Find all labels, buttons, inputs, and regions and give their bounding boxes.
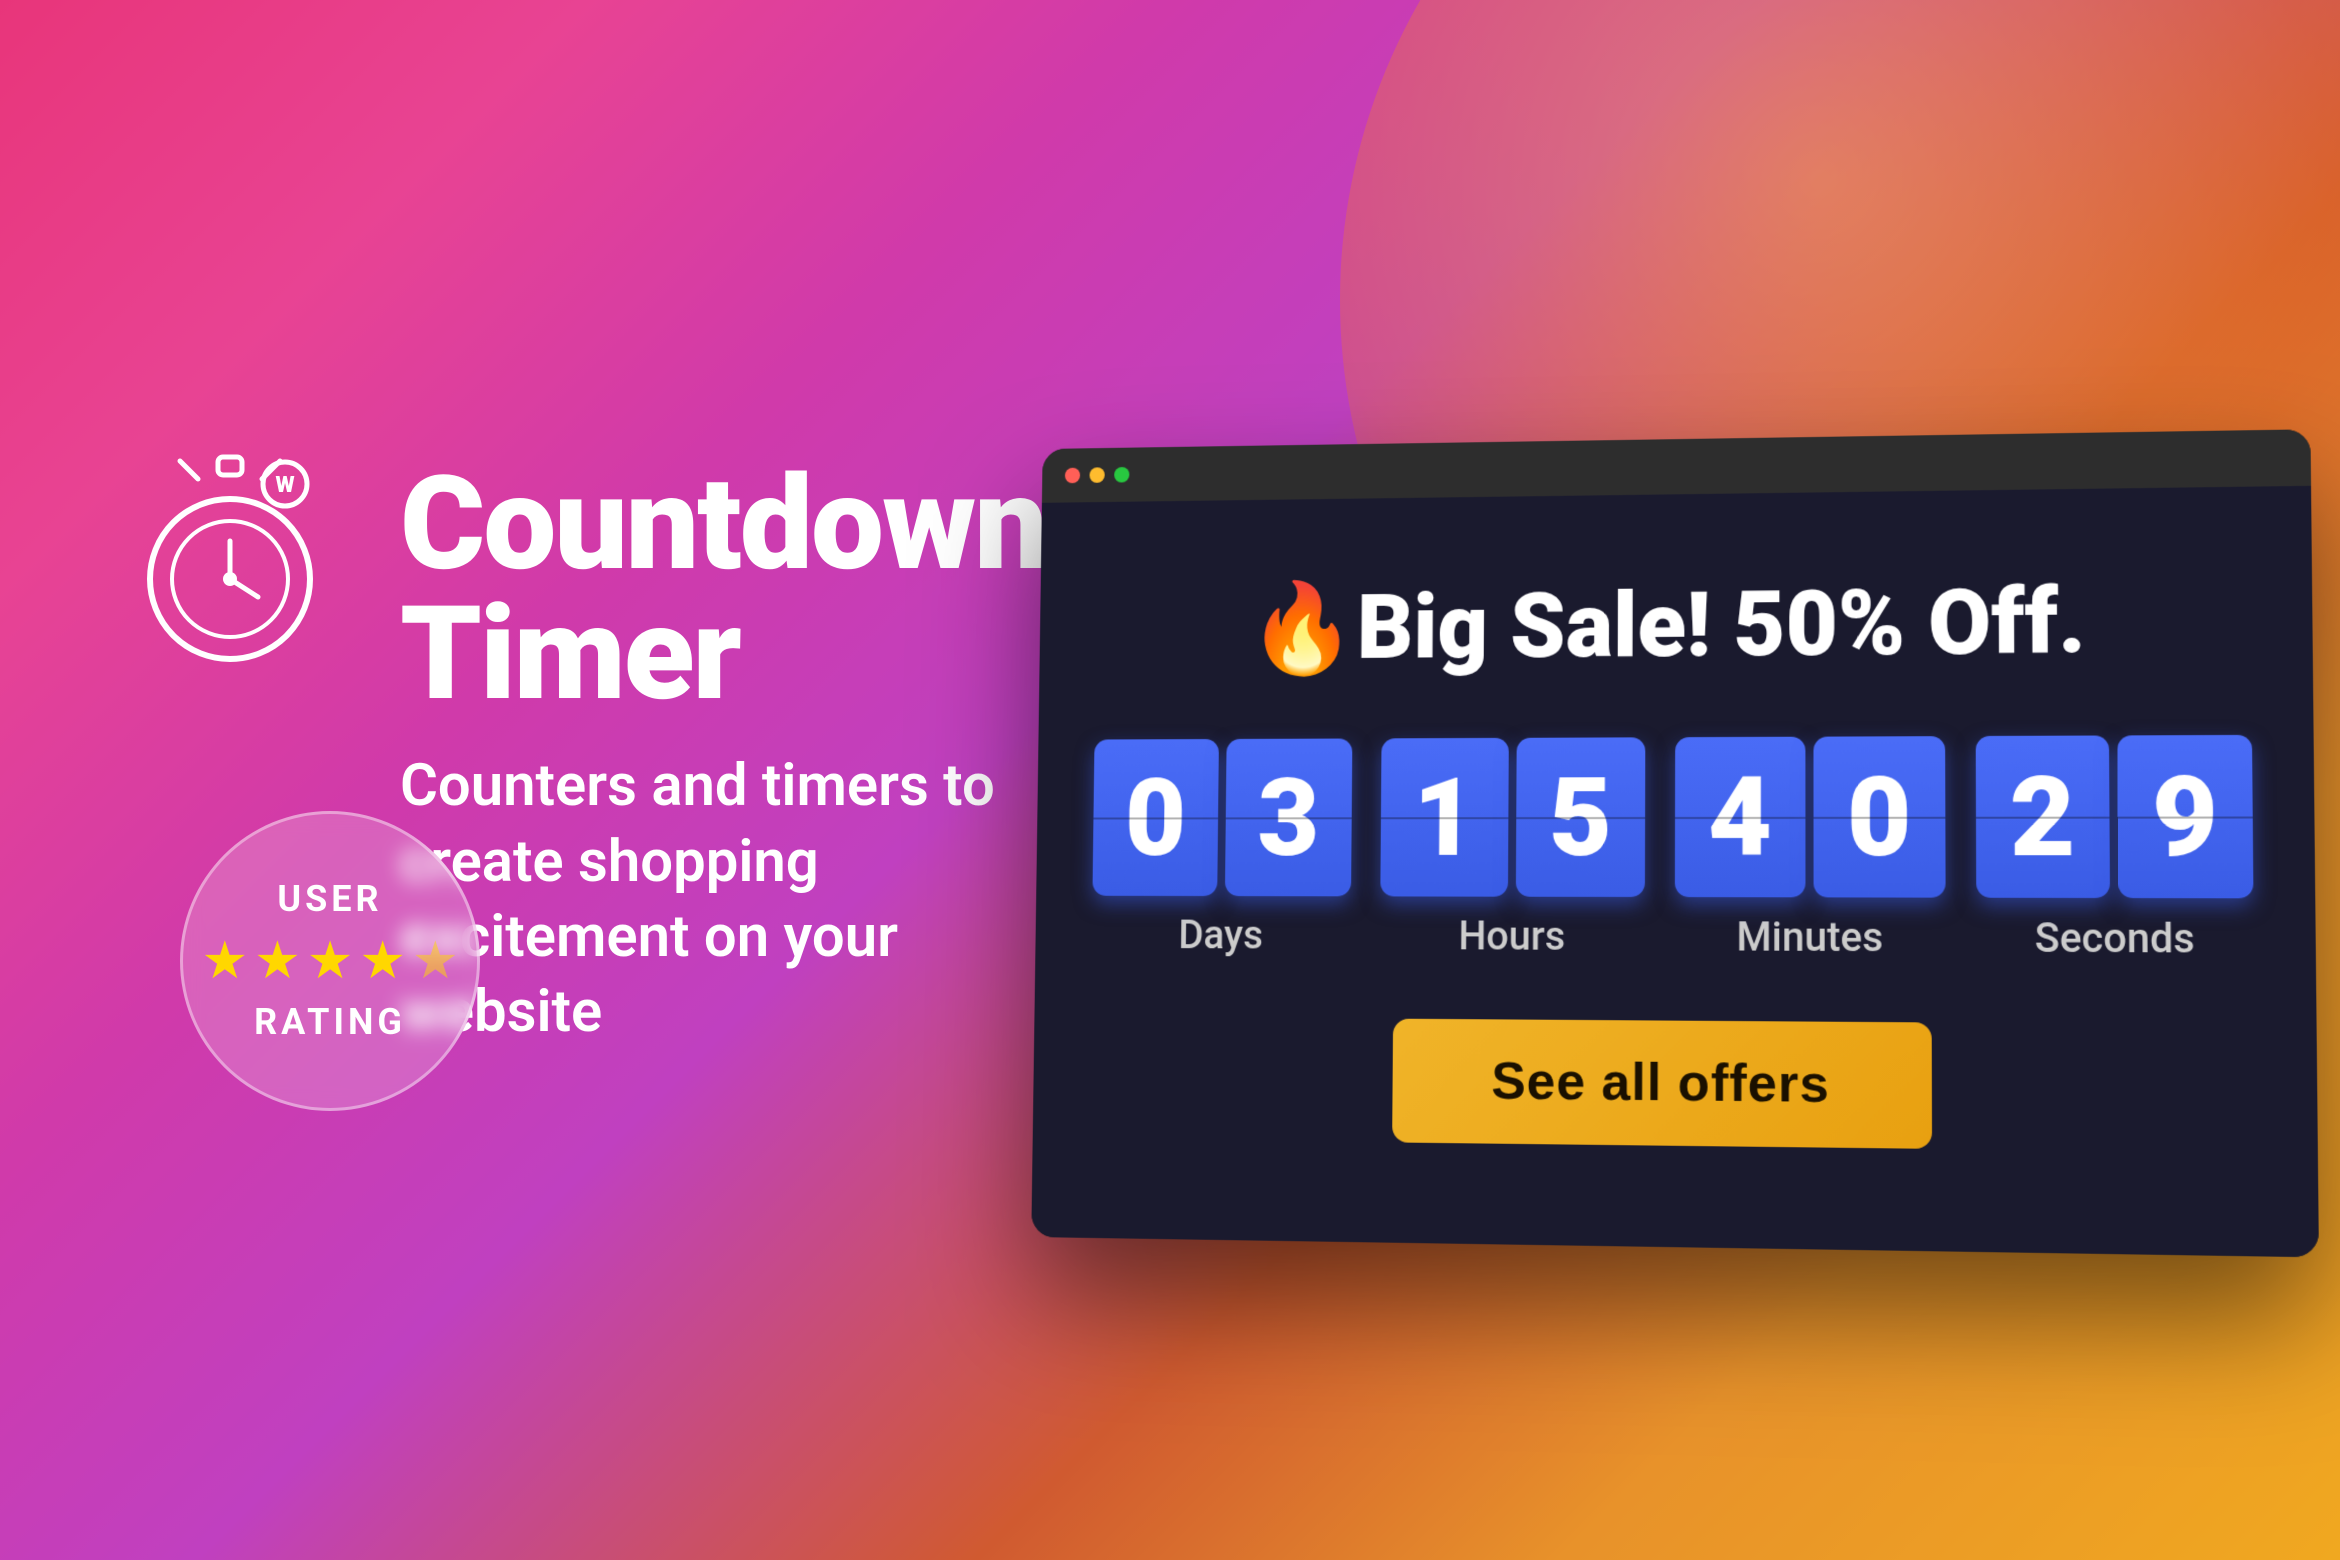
days-digit-pair: 0 3: [1092, 738, 1352, 896]
title-area: Countdown Timer Counters and timers to c…: [400, 449, 1046, 1051]
star-5: ★: [412, 930, 459, 991]
countdown-hours: 1 5 Hours: [1380, 737, 1646, 960]
svg-text:W: W: [275, 473, 294, 498]
minutes-digit-pair: 4 0: [1675, 736, 1946, 898]
browser-mockup: 🔥Big Sale! 50% Off. 0 3 Days 1: [1031, 429, 2319, 1257]
seconds-ones: 9: [2117, 735, 2253, 898]
days-label: Days: [1178, 912, 1263, 959]
minutes-tens: 4: [1675, 737, 1806, 898]
seconds-digit-pair: 2 9: [1976, 735, 2254, 898]
star-2: ★: [254, 930, 301, 991]
rating-label-bottom: RATING: [254, 1001, 406, 1043]
browser-dot-red: [1065, 468, 1080, 484]
hours-label: Hours: [1458, 912, 1565, 959]
hours-ones: 5: [1516, 737, 1645, 897]
rating-stars: ★ ★ ★ ★ ★: [201, 930, 458, 991]
star-4: ★: [359, 930, 406, 991]
countdown-minutes: 4 0 Minutes: [1675, 736, 1946, 961]
minutes-ones: 0: [1813, 736, 1945, 898]
countdown-seconds: 2 9 Seconds: [1976, 735, 2254, 963]
days-tens: 0: [1092, 739, 1219, 896]
page-background: W Count: [0, 0, 2340, 1560]
seconds-label: Seconds: [2035, 914, 2195, 963]
star-3: ★: [307, 930, 354, 991]
countdown-row: 0 3 Days 1 5 Hours: [1092, 735, 2254, 963]
plugin-subtitle: Counters and timers to create shopping e…: [400, 749, 1046, 1051]
seconds-tens: 2: [1976, 735, 2110, 898]
days-ones: 3: [1225, 738, 1352, 896]
plugin-title: Countdown Timer: [400, 459, 1046, 719]
hours-tens: 1: [1380, 738, 1509, 897]
left-content: W Count: [120, 449, 1020, 1111]
minutes-label: Minutes: [1736, 913, 1883, 961]
see-all-offers-button[interactable]: See all offers: [1392, 1019, 1932, 1149]
hours-digit-pair: 1 5: [1380, 737, 1645, 897]
countdown-days: 0 3 Days: [1092, 738, 1353, 958]
rating-label-top: USER: [277, 878, 382, 920]
browser-dot-yellow: [1089, 467, 1104, 483]
browser-mockup-container: 🔥Big Sale! 50% Off. 0 3 Days 1: [1020, 436, 2300, 1244]
browser-content: 🔥Big Sale! 50% Off. 0 3 Days 1: [1031, 486, 2319, 1258]
sale-title: 🔥Big Sale! 50% Off.: [1248, 569, 2086, 680]
browser-dot-green: [1114, 467, 1129, 483]
timer-icon: W: [120, 449, 340, 669]
user-rating-badge: USER ★ ★ ★ ★ ★ RATING: [180, 811, 480, 1111]
star-1: ★: [201, 930, 248, 991]
